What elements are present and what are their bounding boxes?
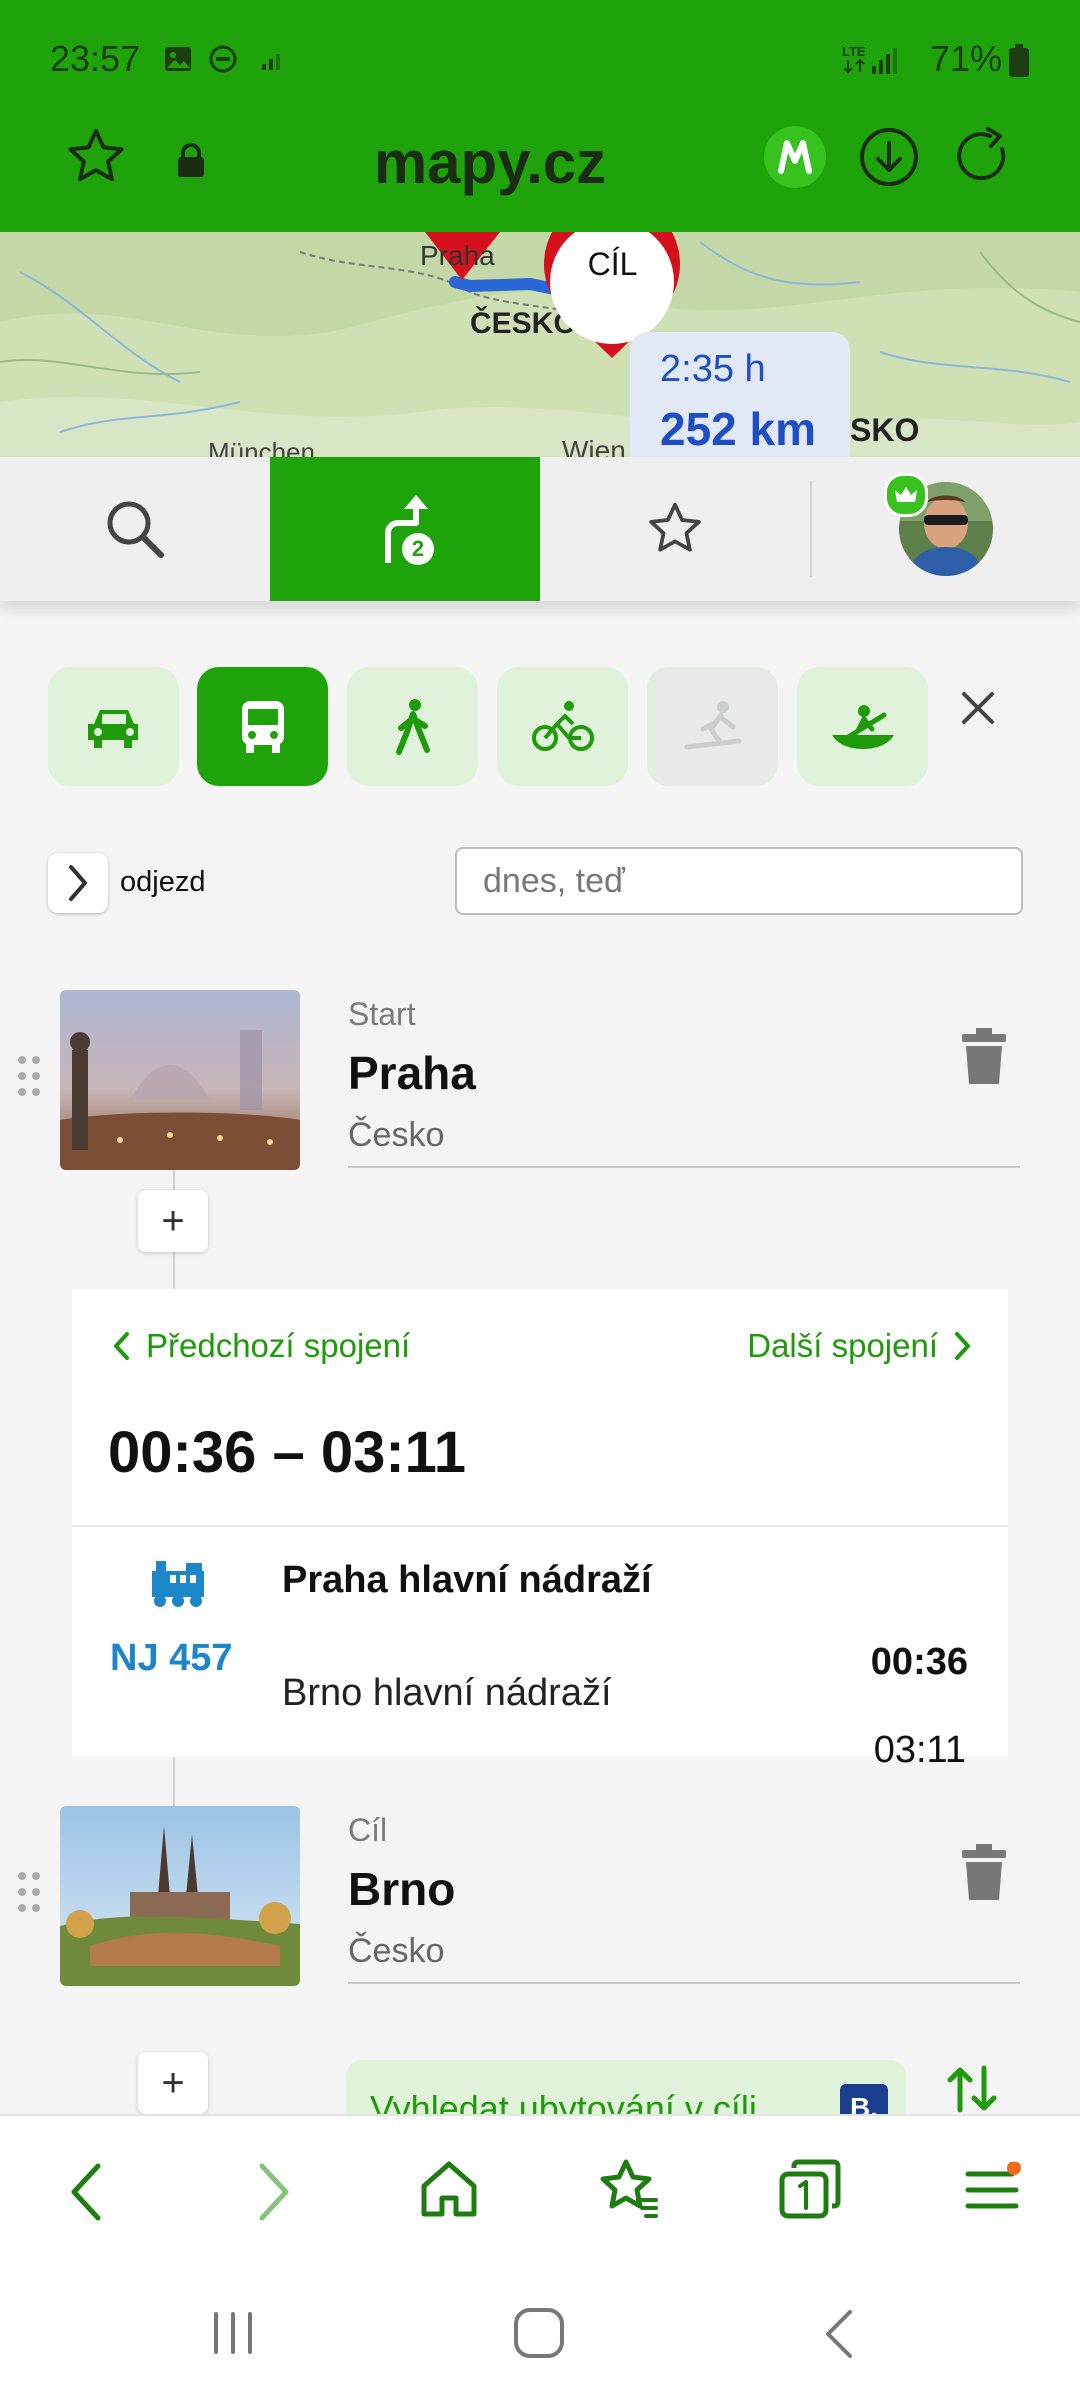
do-not-disturb-icon [208, 44, 238, 74]
reload-icon[interactable] [952, 125, 1016, 189]
svg-text:LTE: LTE [842, 44, 866, 59]
lte-signal-icon: LTE [842, 42, 900, 81]
close-icon[interactable] [956, 686, 1000, 735]
destination-kind-label: Cíl [348, 1812, 388, 1848]
drag-handle-icon[interactable] [16, 1054, 42, 1098]
chevron-right-icon [69, 865, 87, 901]
segment-to-station: Brno hlavní nádraží [282, 1672, 612, 1714]
departure-expand-button[interactable] [48, 853, 108, 913]
add-waypoint-button[interactable]: + [138, 2052, 208, 2114]
start-place-name[interactable]: Praha [348, 1046, 476, 1100]
segment-from-station: Praha hlavní nádraží [282, 1559, 652, 1601]
map-label-slovensko: SKO [850, 412, 920, 448]
map-label-praha: Praha [420, 240, 495, 271]
chevron-left-icon [114, 1332, 129, 1360]
delete-start-trash-icon[interactable] [962, 1028, 1006, 1089]
recent-apps-icon[interactable] [208, 2308, 258, 2363]
mode-public-transport-button[interactable] [197, 667, 328, 786]
forward-arrow-icon[interactable] [252, 2160, 296, 2229]
system-nav-bar [0, 2270, 1080, 2400]
add-waypoint-button[interactable]: + [138, 1190, 208, 1252]
url-bar[interactable]: mapy.cz [0, 128, 980, 197]
browser-bottom-nav [0, 2114, 1080, 2272]
swap-waypoints-icon[interactable] [944, 2064, 1000, 2119]
bookmarks-star-icon[interactable] [596, 2156, 662, 2227]
route-duration: 2:35 h [660, 348, 766, 390]
home-icon[interactable] [418, 2158, 480, 2225]
destination-badge: CÍL [587, 246, 638, 282]
departure-label: odjezd [120, 866, 206, 898]
menu-icon[interactable] [962, 2161, 1022, 2223]
canoe-icon [831, 704, 894, 749]
main-tab-bar: 2 [0, 457, 1080, 601]
card-divider [72, 1525, 1008, 1527]
chevron-right-icon [955, 1332, 970, 1360]
download-icon[interactable] [857, 125, 921, 189]
image-notification-icon [163, 44, 193, 74]
map-label-munchen: München [208, 437, 315, 457]
mode-ski-button[interactable] [647, 667, 778, 786]
tab-favorites[interactable] [540, 457, 810, 601]
drag-handle-icon[interactable] [16, 1870, 42, 1914]
delete-destination-trash-icon[interactable] [962, 1844, 1006, 1905]
tab-profile[interactable] [812, 457, 1080, 601]
tab-route-planner[interactable]: 2 [270, 457, 540, 601]
walking-icon [395, 698, 430, 755]
search-icon [107, 501, 164, 558]
star-outline-icon [649, 502, 701, 552]
destination-place-name[interactable]: Brno [348, 1862, 455, 1916]
mode-boat-button[interactable] [797, 667, 928, 786]
destination-place-photo[interactable] [60, 1806, 300, 1986]
route-distance: 252 km [660, 403, 817, 455]
destination-underline [348, 1982, 1020, 1984]
previous-connection-link[interactable]: Předchozí spojení [112, 1327, 410, 1365]
departure-time-input[interactable]: dnes, teď [455, 847, 1023, 915]
browser-top-bar [0, 0, 1080, 232]
accommodation-clip: Vyhledat ubytování v cíli B. [346, 2060, 906, 2120]
start-place-photo[interactable] [60, 990, 300, 1170]
mode-walk-button[interactable] [347, 667, 478, 786]
back-arrow-icon[interactable] [64, 2160, 108, 2229]
previous-connection-label: Předchozí spojení [146, 1327, 411, 1364]
map-preview[interactable]: Praha ČESKO München Wien SKO CÍL 2:35 h … [0, 232, 1080, 457]
segment-departure-time: 00:36 [870, 1641, 968, 1683]
mode-bike-button[interactable] [497, 667, 628, 786]
next-connection-label: Další spojení [747, 1327, 938, 1364]
mapy-m-icon[interactable] [763, 125, 827, 189]
segment-arrival-time: 03:11 [873, 1729, 966, 1771]
map-label-wien: Wien [562, 435, 626, 457]
system-back-icon[interactable] [820, 2308, 860, 2365]
search-accommodation-button[interactable]: Vyhledat ubytování v cíli B. [346, 2060, 906, 2120]
destination-place-country: Česko [348, 1932, 445, 1970]
connection-card[interactable]: Předchozí spojení Další spojení 00:36 – … [72, 1289, 1008, 1771]
signal-weak-icon [258, 44, 288, 74]
bus-icon [241, 700, 284, 753]
battery-percentage: 71% [930, 38, 1003, 79]
start-place-country: Česko [348, 1116, 445, 1154]
start-kind-label: Start [348, 996, 416, 1032]
route-waypoint-count-badge: 2 [402, 533, 434, 565]
start-underline [348, 1166, 1020, 1168]
battery-icon [1008, 44, 1030, 83]
mode-car-button[interactable] [48, 667, 179, 786]
home-button-icon[interactable] [512, 2306, 566, 2365]
tab-search[interactable] [0, 457, 270, 601]
connection-time-range: 00:36 – 03:11 [108, 1420, 466, 1485]
next-connection-link[interactable]: Další spojení [747, 1327, 972, 1365]
premium-crown-icon [884, 473, 928, 517]
car-icon [87, 709, 138, 748]
status-time: 23:57 [50, 38, 141, 79]
bicycle-icon [531, 700, 594, 751]
ski-icon [684, 700, 741, 749]
tabs-icon[interactable] [778, 2158, 842, 2225]
train-number[interactable]: NJ 457 [110, 1637, 233, 1680]
route-summary-bubble[interactable]: 2:35 h 252 km [630, 332, 850, 457]
train-icon [148, 1557, 208, 1614]
